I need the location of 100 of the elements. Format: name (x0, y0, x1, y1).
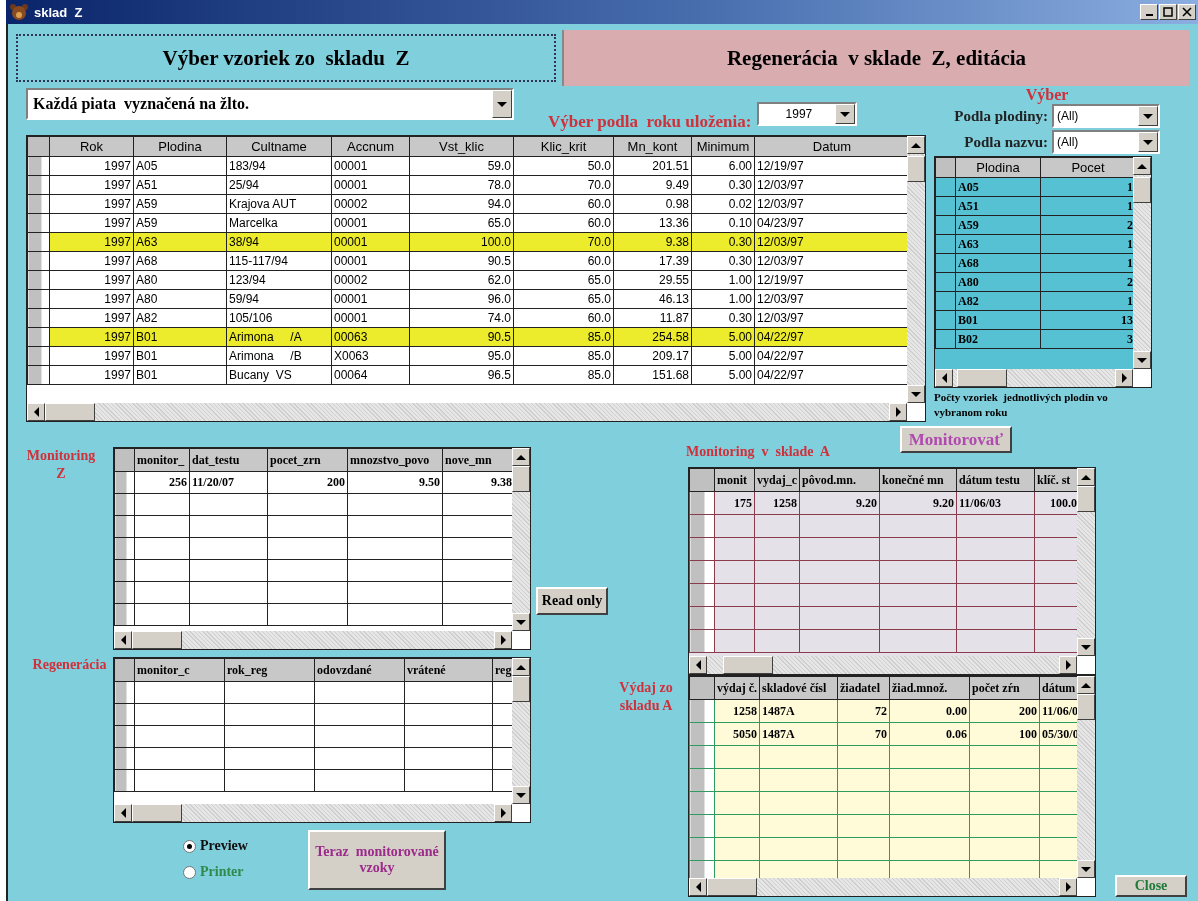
row-selector[interactable] (114, 559, 135, 582)
dropdown-field[interactable]: (All) (1052, 104, 1160, 128)
table-cell: 100.0 (409, 232, 514, 252)
row-selector[interactable] (114, 537, 135, 560)
row-selector[interactable] (114, 747, 135, 770)
scrollbar-corner (512, 631, 530, 649)
column-header[interactable]: dátum testu (956, 468, 1035, 492)
row-selector[interactable] (114, 769, 135, 792)
row-selector[interactable] (114, 471, 135, 494)
column-header[interactable]: Plodina (955, 157, 1041, 178)
column-header[interactable]: klíč. st (1034, 468, 1077, 492)
dropdown-button[interactable] (1138, 132, 1158, 152)
dropdown-field[interactable]: (All) (1052, 130, 1160, 154)
minimize-button[interactable] (1140, 4, 1158, 20)
maximize-button[interactable] (1159, 4, 1177, 20)
table-cell: 0.02 (691, 194, 755, 214)
horizontal-scrollbar[interactable] (27, 403, 907, 421)
row-selector[interactable] (689, 629, 715, 653)
scrollbar-corner (907, 403, 925, 421)
row-selector[interactable] (114, 515, 135, 538)
vertical-scrollbar[interactable] (1077, 676, 1095, 878)
table-cell: 183/94 (226, 156, 332, 176)
row-selector[interactable] (114, 581, 135, 604)
radio-option[interactable]: Preview (183, 838, 248, 854)
read-only-button[interactable]: Read only (536, 587, 608, 615)
column-header[interactable]: dátum (1039, 676, 1077, 700)
vertical-scrollbar[interactable] (512, 448, 530, 631)
column-header[interactable]: Minimum (691, 136, 755, 157)
column-header[interactable]: odovzdané (314, 658, 405, 682)
dropdown-button[interactable] (835, 104, 856, 124)
column-header[interactable]: vydaj_c (754, 468, 800, 492)
close-button[interactable] (1178, 4, 1196, 20)
column-header[interactable]: mnozstvo_povo (347, 448, 443, 472)
column-header[interactable]: rok_reg (224, 658, 315, 682)
column-header[interactable]: Pocet (1040, 157, 1133, 178)
column-header[interactable]: žiad.množ. (889, 676, 970, 700)
table-cell: 1997 (49, 308, 134, 328)
dropdown-button[interactable] (1138, 106, 1158, 126)
column-header[interactable]: monitor_c (134, 658, 225, 682)
table-cell: 123/94 (226, 270, 332, 290)
horizontal-scrollbar[interactable] (935, 369, 1133, 387)
horizontal-scrollbar[interactable] (689, 878, 1077, 896)
horizontal-scrollbar[interactable] (114, 804, 512, 822)
table-cell: 115-117/94 (226, 251, 332, 271)
section-label: Výdaj zo skladu A (618, 679, 674, 715)
monitored-samples-button[interactable]: Teraz monitorované vzoky (307, 830, 446, 890)
column-header[interactable]: monitor_ (134, 448, 190, 472)
column-header[interactable]: Datum (754, 136, 907, 157)
row-selector[interactable] (689, 514, 715, 538)
column-header[interactable]: konečné mn (879, 468, 957, 492)
column-header[interactable]: žiadatel (837, 676, 890, 700)
column-header[interactable]: Accnum (331, 136, 410, 157)
table-cell: 65.0 (409, 213, 514, 233)
dropdown-field[interactable]: Každá piata vyznačená na žlto. (26, 88, 514, 120)
column-header[interactable]: Vst_klic (409, 136, 514, 157)
row-selector[interactable] (114, 681, 135, 704)
table-cell: 201.51 (613, 156, 692, 176)
dropdown-field[interactable]: 1997 (757, 102, 858, 126)
row-selector[interactable] (689, 560, 715, 584)
horizontal-scrollbar[interactable] (689, 656, 1077, 674)
column-header[interactable]: výdaj č. (714, 676, 760, 700)
row-selector[interactable] (689, 606, 715, 630)
row-selector[interactable] (114, 603, 135, 626)
row-selector[interactable] (689, 537, 715, 561)
vertical-scrollbar[interactable] (1077, 468, 1095, 656)
close-button[interactable]: Close (1115, 875, 1187, 897)
column-header[interactable]: Plodina (133, 136, 227, 157)
row-selector[interactable] (114, 725, 135, 748)
column-header[interactable]: pôvod.mn. (799, 468, 880, 492)
tab[interactable]: Výber vzoriek zo skladu Z (16, 34, 556, 82)
column-header[interactable]: skladové čísl (759, 676, 838, 700)
column-header[interactable]: Klic_krit (513, 136, 614, 157)
scrollbar-corner (512, 804, 530, 822)
column-header[interactable]: Mn_kont (613, 136, 692, 157)
vertical-scrollbar[interactable] (512, 658, 530, 804)
row-selector[interactable] (689, 699, 715, 723)
dropdown-button[interactable] (492, 90, 512, 118)
column-header[interactable]: Cultname (226, 136, 332, 157)
column-header[interactable]: počet zŕn (969, 676, 1040, 700)
column-header[interactable]: pocet_zrn (267, 448, 348, 472)
column-header[interactable]: nove_mn (442, 448, 512, 472)
row-selector[interactable] (114, 703, 135, 726)
radio-button[interactable] (183, 839, 196, 853)
column-header[interactable]: dat_testu (189, 448, 268, 472)
vertical-scrollbar[interactable] (907, 136, 925, 403)
row-selector[interactable] (114, 493, 135, 516)
column-header[interactable]: monit (714, 468, 755, 492)
column-header[interactable]: Rok (49, 136, 134, 157)
row-selector[interactable] (689, 491, 715, 515)
table-cell: 13.36 (613, 213, 692, 233)
horizontal-scrollbar[interactable] (114, 631, 512, 649)
table-cell: 1997 (49, 365, 134, 385)
radio-button[interactable] (183, 865, 196, 879)
table-cell: 6.00 (691, 156, 755, 176)
table-cell: 1997 (49, 194, 134, 214)
table-cell: 00002 (331, 194, 410, 214)
column-header[interactable]: vrátené (404, 658, 493, 682)
vertical-scrollbar[interactable] (1133, 157, 1151, 369)
tab[interactable]: Regenerácia v sklade Z, editácia (562, 30, 1189, 86)
row-selector[interactable] (689, 583, 715, 607)
